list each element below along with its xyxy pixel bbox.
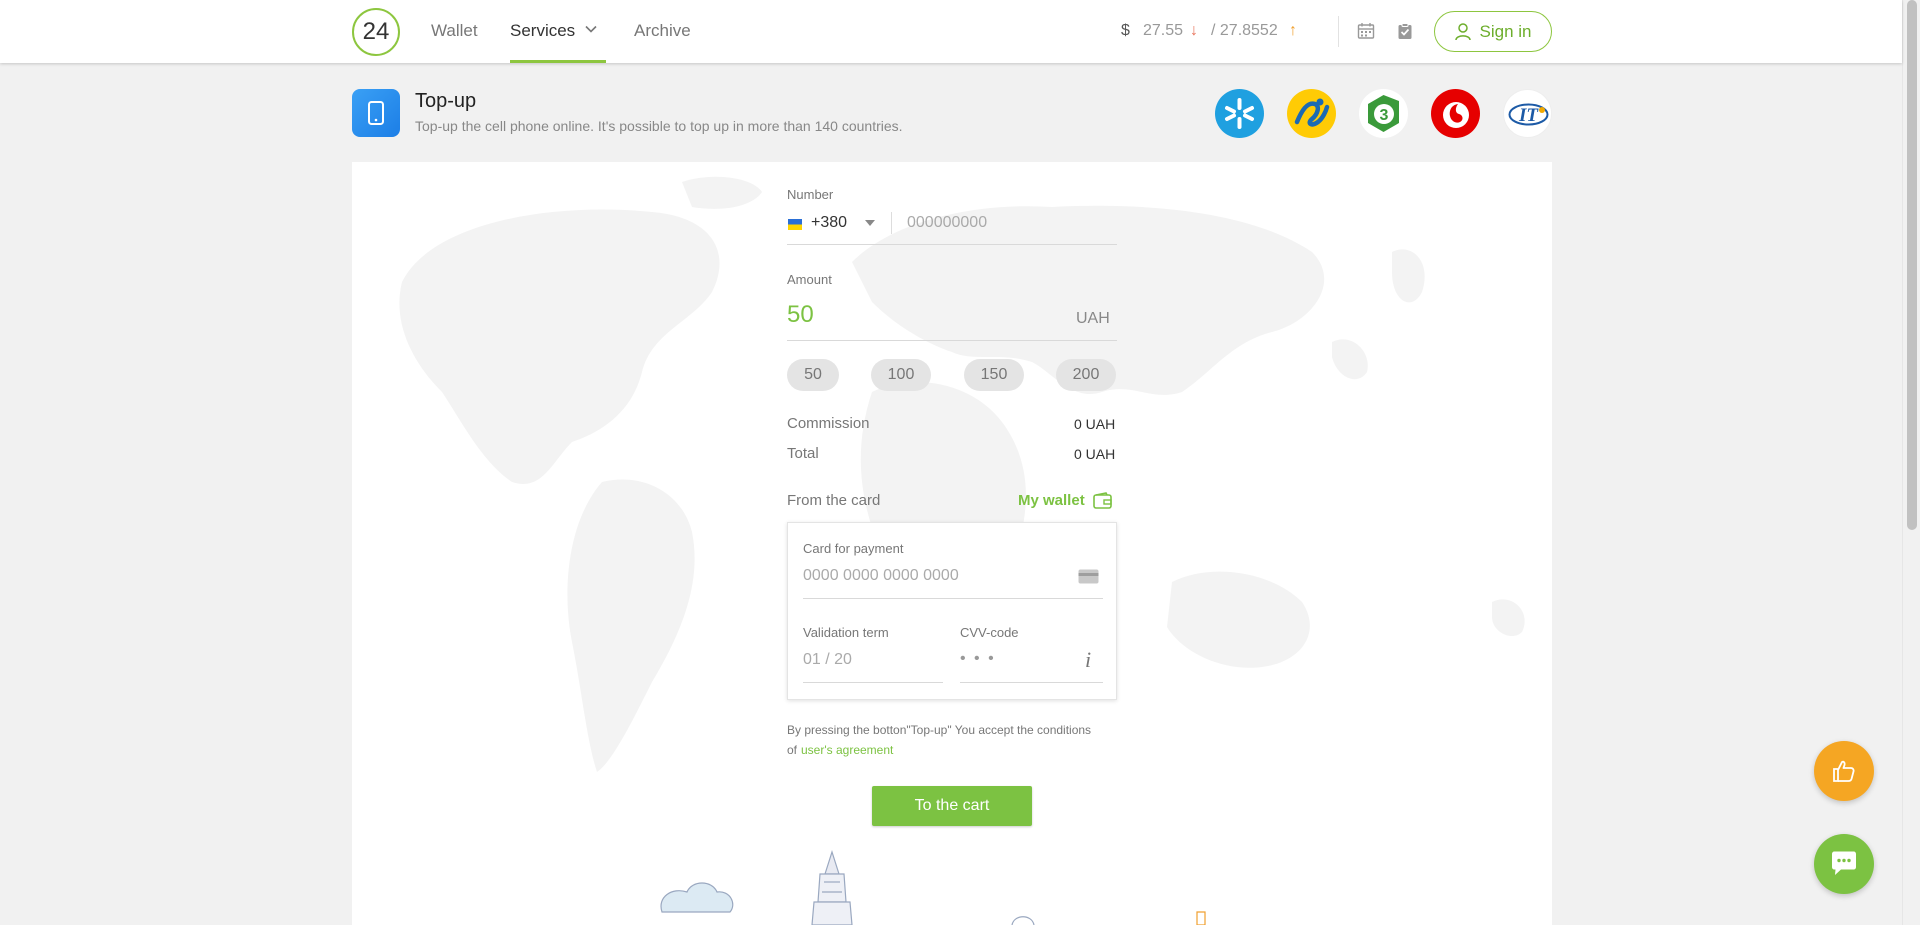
nav-wallet[interactable]: Wallet: [431, 21, 478, 41]
wallet-icon[interactable]: [1093, 492, 1112, 509]
cvv-underline: [960, 682, 1103, 683]
validation-input[interactable]: 01 / 20: [803, 651, 852, 669]
rate-sell: / 27.8552: [1211, 22, 1278, 39]
card-number-input[interactable]: 0000 0000 0000 0000: [803, 567, 959, 585]
card-label: Card for payment: [803, 541, 904, 556]
info-icon[interactable]: i: [1085, 647, 1091, 673]
phone-underline: [787, 244, 1117, 245]
scrollbar-thumb[interactable]: [1907, 0, 1917, 530]
kyivstar-logo[interactable]: [1215, 89, 1264, 138]
commission-value: 0 UAH: [1074, 416, 1116, 432]
header-divider: [1338, 16, 1339, 47]
svg-text:3: 3: [1380, 107, 1389, 124]
feedback-button[interactable]: [1814, 741, 1874, 801]
cvv-label: CVV-code: [960, 625, 1019, 640]
country-dropdown-icon[interactable]: [865, 220, 875, 226]
calendar-icon[interactable]: [1357, 22, 1375, 40]
my-wallet-link[interactable]: My wallet: [1018, 492, 1085, 509]
intertelecom-logo[interactable]: IT: [1503, 89, 1552, 138]
nav-active-indicator: [510, 60, 606, 63]
commission-label: Commission: [787, 415, 870, 432]
card-number-underline: [803, 598, 1103, 599]
quick-amount-150[interactable]: 150: [964, 359, 1024, 391]
total-value: 0 UAH: [1074, 446, 1116, 462]
chat-bubble-icon: [1832, 851, 1856, 875]
amount-label: Amount: [787, 272, 832, 287]
chevron-down-icon[interactable]: [585, 23, 597, 35]
amount-currency: UAH: [1076, 310, 1110, 327]
arrow-up-icon: ↑: [1289, 22, 1297, 39]
page-subtitle: Top-up the cell phone online. It's possi…: [415, 118, 903, 134]
user-icon: [1454, 22, 1471, 40]
phone-input[interactable]: 000000000: [907, 214, 987, 232]
credit-card-icon: [1078, 569, 1099, 584]
agreement-prefix: of: [787, 743, 798, 757]
currency-symbol: $: [1121, 22, 1130, 39]
from-card-label: From the card: [787, 492, 881, 509]
3mob-logo[interactable]: 3: [1359, 89, 1408, 138]
amount-input[interactable]: 50: [787, 301, 814, 329]
quick-amount-200[interactable]: 200: [1056, 359, 1116, 391]
user-agreement-link[interactable]: user's agreement: [801, 743, 893, 757]
lifecell-logo[interactable]: [1287, 89, 1336, 138]
amount-underline: [787, 340, 1117, 341]
country-code[interactable]: +380: [811, 214, 847, 232]
privat24-logo[interactable]: 24: [352, 8, 400, 56]
total-label: Total: [787, 445, 819, 462]
arrow-down-icon: ↓: [1190, 22, 1198, 39]
sign-in-label: Sign in: [1479, 21, 1532, 41]
chat-button[interactable]: [1814, 834, 1874, 894]
ukraine-flag-icon: [788, 219, 802, 230]
vodafone-logo[interactable]: [1431, 89, 1480, 138]
to-cart-button[interactable]: To the cart: [872, 786, 1032, 826]
top-header: 24 Wallet Services Archive $ 27.55 ↓ / 2…: [0, 0, 1902, 63]
thumbs-up-icon: [1833, 760, 1855, 782]
quick-amount-50[interactable]: 50: [787, 359, 839, 391]
nav-archive[interactable]: Archive: [634, 21, 691, 41]
clipboard-check-icon[interactable]: [1396, 22, 1414, 40]
phone-icon: [352, 89, 400, 137]
logo-text: 24: [362, 18, 390, 45]
validation-underline: [803, 682, 943, 683]
agreement-text: By pressing the botton"Top-up" You accep…: [787, 723, 1092, 737]
topup-panel: Number +380 000000000 Amount 50 UAH 50 1…: [352, 162, 1552, 925]
number-label: Number: [787, 187, 834, 202]
rate-buy: 27.55: [1143, 22, 1184, 39]
card-form: Card for payment 0000 0000 0000 0000 Val…: [787, 522, 1117, 700]
validation-label: Validation term: [803, 625, 889, 640]
sign-in-button[interactable]: Sign in: [1434, 11, 1552, 52]
cvv-input[interactable]: • • •: [960, 650, 996, 668]
nav-services[interactable]: Services: [510, 21, 575, 41]
number-divider: [891, 212, 892, 234]
page-title: Top-up: [415, 90, 477, 112]
quick-amount-100[interactable]: 100: [871, 359, 931, 391]
page-scrollbar[interactable]: [1902, 0, 1920, 925]
svg-text:IT: IT: [1518, 105, 1539, 126]
